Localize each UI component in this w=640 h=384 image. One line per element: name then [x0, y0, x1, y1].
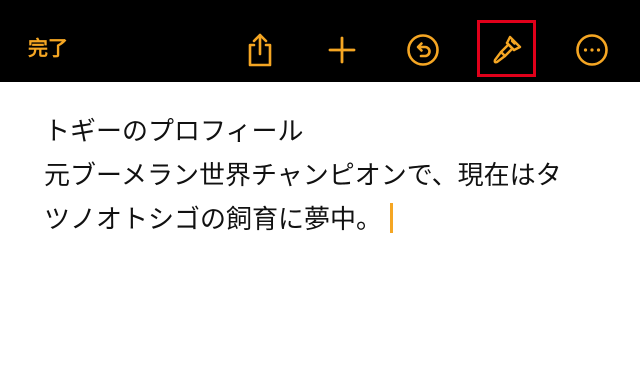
top-toolbar: 完了 [0, 0, 640, 82]
note-line-text: ツノオトシゴの飼育に夢中。 [44, 205, 383, 235]
paintbrush-icon [490, 33, 524, 67]
note-line: ツノオトシゴの飼育に夢中。 [44, 198, 614, 242]
ellipsis-circle-icon [575, 33, 609, 67]
done-button[interactable]: 完了 [28, 33, 68, 63]
add-button[interactable] [320, 28, 364, 72]
text-cursor [390, 203, 394, 233]
note-line: トギーのプロフィール [44, 117, 304, 147]
share-button[interactable] [238, 28, 282, 72]
plus-icon [328, 36, 356, 64]
more-button[interactable] [570, 28, 614, 72]
note-body[interactable]: トギーのプロフィール 元ブーメラン世界チャンピオンで、現在はタ ツノオトシゴの飼… [44, 110, 614, 242]
undo-button[interactable] [401, 28, 445, 72]
undo-icon [406, 33, 440, 67]
format-button[interactable] [485, 28, 529, 72]
note-line: 元ブーメラン世界チャンピオンで、現在はタ [44, 161, 562, 191]
share-icon [245, 32, 275, 68]
